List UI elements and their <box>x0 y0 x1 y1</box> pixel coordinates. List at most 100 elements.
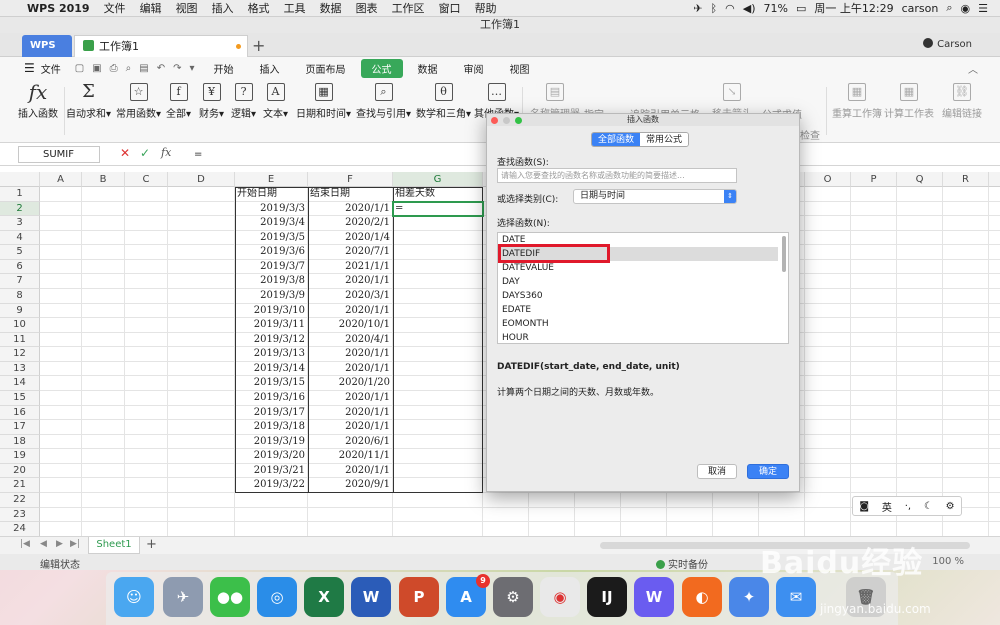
row-header-4[interactable]: 4 <box>0 230 40 246</box>
row-header-3[interactable]: 3 <box>0 216 40 231</box>
row-header-24[interactable]: 24 <box>0 522 40 536</box>
column-header-Q[interactable]: Q <box>897 172 943 187</box>
row-header-9[interactable]: 9 <box>0 303 40 319</box>
appstore-icon[interactable]: A9 <box>446 574 490 617</box>
end-date-cell[interactable]: 2020/7/1 <box>308 245 393 260</box>
prev-sheet-icon[interactable]: ◀ <box>40 539 47 549</box>
column-header-O[interactable]: O <box>805 172 851 187</box>
row-header-15[interactable]: 15 <box>0 390 40 406</box>
menu-file[interactable]: 文件 <box>97 0 133 16</box>
word-icon[interactable]: W <box>351 577 391 617</box>
row-header-12[interactable]: 12 <box>0 347 40 362</box>
end-date-cell[interactable]: 2020/10/1 <box>308 318 393 333</box>
lookup-button[interactable]: ⌕ 查找与引用▾ <box>356 83 411 120</box>
notification-icon[interactable]: ☰ <box>978 2 988 15</box>
start-date-cell[interactable]: 2019/3/9 <box>235 289 308 304</box>
end-date-cell[interactable]: 2020/1/1 <box>308 274 393 289</box>
logic-button[interactable]: ? 逻辑▾ <box>231 83 256 120</box>
wifi-icon[interactable]: ◠ <box>725 2 735 15</box>
menu-insert[interactable]: 插入 <box>205 0 241 16</box>
end-date-cell[interactable]: 2020/3/1 <box>308 289 393 304</box>
finder-icon[interactable]: ☺ <box>114 577 154 617</box>
hamburger-icon[interactable]: ☰ <box>24 61 35 75</box>
row-header-18[interactable]: 18 <box>0 434 40 450</box>
row-header-19[interactable]: 19 <box>0 449 40 464</box>
end-date-cell[interactable]: 2020/1/4 <box>308 231 393 246</box>
redo-icon[interactable]: ↷ <box>173 63 181 74</box>
function-search-input[interactable]: 请输入您要查找的函数名称或函数功能的简要描述... <box>497 168 737 183</box>
autosum-button[interactable]: Σ 自动求和▾ <box>66 83 111 121</box>
system-preferences-icon[interactable]: ⚙ <box>493 577 533 617</box>
cancel-formula-icon[interactable]: ✕ <box>120 146 130 160</box>
list-item[interactable]: EOMONTH <box>502 317 549 331</box>
row-header-1[interactable]: 1 <box>0 187 40 202</box>
volume-icon[interactable]: ◀) <box>743 2 756 15</box>
insert-function-button[interactable]: fx 插入函数 <box>18 82 58 120</box>
wechat-icon[interactable]: ●● <box>210 577 250 617</box>
row-header-21[interactable]: 21 <box>0 478 40 493</box>
column-header-P[interactable]: P <box>851 172 897 187</box>
column-header-S[interactable]: S <box>989 172 1000 187</box>
menu-chart[interactable]: 图表 <box>349 0 385 16</box>
confirm-formula-icon[interactable]: ✓ <box>140 146 150 160</box>
menu-tools[interactable]: 工具 <box>277 0 313 16</box>
start-date-cell[interactable]: 2019/3/18 <box>235 420 308 435</box>
tab-home[interactable]: 开始 <box>203 59 245 78</box>
end-date-cell[interactable]: 2020/6/1 <box>308 435 393 450</box>
list-item[interactable]: HOUR <box>502 331 529 343</box>
column-header-G[interactable]: G <box>393 172 483 187</box>
column-header-B[interactable]: B <box>82 172 125 187</box>
tab-review[interactable]: 审阅 <box>453 59 495 78</box>
end-date-cell[interactable]: 2020/4/1 <box>308 333 393 348</box>
finance-button[interactable]: ¥ 财务▾ <box>199 83 224 120</box>
common-functions-button[interactable]: ☆ 常用函数▾ <box>116 83 161 120</box>
menu-edit[interactable]: 编辑 <box>133 0 169 16</box>
row-header-23[interactable]: 23 <box>0 507 40 523</box>
row-header-22[interactable]: 22 <box>0 492 40 508</box>
collapse-ribbon-icon[interactable]: ︿ <box>968 61 978 76</box>
start-date-cell[interactable]: 2019/3/13 <box>235 347 308 362</box>
all-functions-button[interactable]: f 全部▾ <box>166 83 191 120</box>
start-date-cell[interactable]: 2019/3/12 <box>235 333 308 348</box>
start-date-cell[interactable]: 2019/3/21 <box>235 464 308 479</box>
start-date-cell[interactable]: 2019/3/8 <box>235 274 308 289</box>
ok-button[interactable]: 确定 <box>747 464 789 479</box>
start-date-cell[interactable]: 2019/3/5 <box>235 231 308 246</box>
punctuation-icon[interactable]: ·, <box>905 501 911 512</box>
column-header-D[interactable]: D <box>168 172 235 187</box>
powerpoint-icon[interactable]: P <box>399 577 439 617</box>
end-date-cell[interactable]: 2020/1/1 <box>308 420 393 435</box>
row-header-10[interactable]: 10 <box>0 318 40 333</box>
new-icon[interactable]: ▢ <box>75 63 84 74</box>
start-date-cell[interactable]: 2019/3/6 <box>235 245 308 260</box>
row-header-17[interactable]: 17 <box>0 420 40 435</box>
excel-icon[interactable]: X <box>304 577 344 617</box>
end-date-cell[interactable]: 2020/1/1 <box>308 304 393 319</box>
file-menu-button[interactable]: 文件 <box>41 61 61 76</box>
wps-icon[interactable]: W <box>634 577 674 617</box>
close-icon[interactable] <box>491 117 498 124</box>
print-icon[interactable]: ⎙ <box>110 63 118 74</box>
tab-workbook[interactable]: 工作簿1 <box>74 35 248 57</box>
row-header-5[interactable]: 5 <box>0 245 40 260</box>
tab-data[interactable]: 数据 <box>407 59 449 78</box>
row-header-20[interactable]: 20 <box>0 463 40 479</box>
end-date-cell[interactable]: 2020/1/1 <box>308 362 393 377</box>
row-header-11[interactable]: 11 <box>0 332 40 348</box>
tab-common-formulas[interactable]: 常用公式 <box>640 133 689 146</box>
ime-language[interactable]: 英 <box>882 499 892 514</box>
formula-input[interactable]: = <box>194 146 484 163</box>
column-header-A[interactable]: A <box>40 172 82 187</box>
zoom-icon[interactable] <box>515 117 522 124</box>
datetime-button[interactable]: ▦ 日期和时间▾ <box>296 83 351 120</box>
next-sheet-icon[interactable]: ▶ <box>56 539 63 549</box>
end-date-cell[interactable]: 2020/1/20 <box>308 376 393 391</box>
zoom-level[interactable]: 100 % <box>932 556 964 567</box>
recalculate-workbook-button[interactable]: ▦ 重算工作簿 <box>832 83 882 120</box>
start-date-cell[interactable]: 2019/3/19 <box>235 435 308 450</box>
tab-wps-home[interactable]: WPS <box>22 35 72 57</box>
start-date-cell[interactable]: 2019/3/3 <box>235 202 308 217</box>
bird-icon[interactable]: ✈ <box>693 2 702 15</box>
firefox-icon[interactable]: ◐ <box>682 577 722 617</box>
last-sheet-icon[interactable]: ▶| <box>70 539 80 549</box>
